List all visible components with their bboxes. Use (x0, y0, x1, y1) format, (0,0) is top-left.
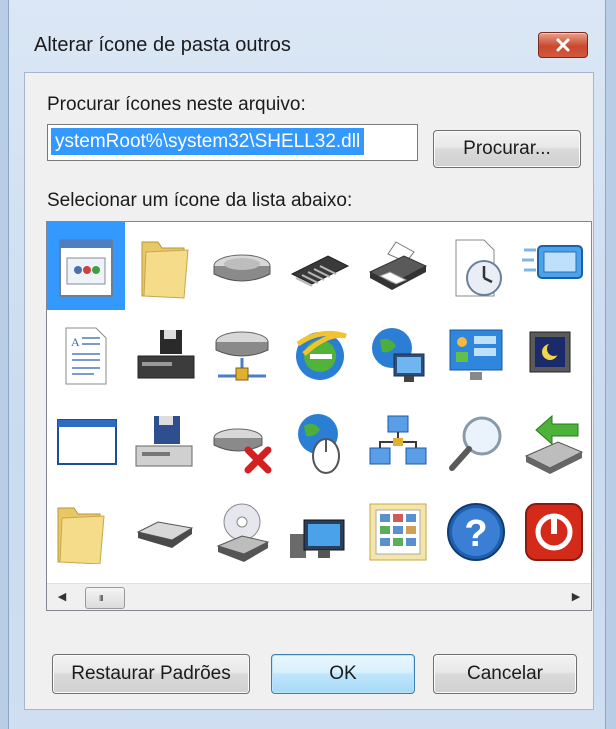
floppy-printer-icon (137, 330, 195, 379)
dialog-window: Alterar ícone de pasta outros Procurar í… (0, 0, 616, 729)
icon-cell[interactable] (125, 398, 203, 486)
calendar-grid-icon (369, 503, 427, 561)
browse-button[interactable]: Procurar... (433, 130, 581, 168)
computer-monitor-icon (290, 519, 345, 558)
magnifier-icon (449, 416, 502, 471)
disk-drive-icon (136, 521, 194, 548)
icon-cell[interactable] (281, 398, 359, 486)
horizontal-scrollbar[interactable]: ◀ III ▶ (47, 583, 591, 610)
cd-drive-icon (216, 503, 270, 562)
icon-cell[interactable] (359, 310, 437, 398)
svg-text:A: A (71, 335, 80, 349)
icon-cell[interactable] (281, 310, 359, 398)
icon-cell[interactable] (515, 222, 591, 310)
restore-defaults-button[interactable]: Restaurar Padrões (52, 654, 250, 694)
folder-icon (141, 241, 189, 299)
text-document-icon: A (65, 327, 107, 385)
icon-cell[interactable]: ? (437, 486, 515, 574)
network-globe-icon (372, 328, 425, 382)
icon-list-label: Selecionar um ícone da lista abaixo: (47, 190, 353, 211)
monitor-moon-icon (529, 331, 571, 373)
scroll-left-icon[interactable]: ◀ (49, 584, 75, 610)
icon-cell[interactable] (515, 486, 591, 574)
file-label: Procurar ícones neste arquivo: (47, 94, 306, 115)
icon-cell[interactable] (515, 310, 591, 398)
file-path-input[interactable]: ystemRoot%\system32\SHELL32.dll (47, 124, 418, 161)
ok-button[interactable]: OK (271, 654, 415, 694)
hard-drive-icon (213, 254, 271, 282)
icon-cell[interactable] (437, 398, 515, 486)
icon-list[interactable]: A ? ◀ III ▶ (46, 221, 592, 611)
icon-cell[interactable] (281, 486, 359, 574)
window-title: Alterar ícone de pasta outros (34, 34, 291, 56)
internet-explorer-icon (296, 330, 347, 380)
control-panel-icon (449, 329, 503, 380)
power-icon (525, 503, 583, 561)
green-arrow-drive-icon (524, 414, 584, 474)
icon-cell[interactable] (437, 222, 515, 310)
scroll-right-icon[interactable]: ▶ (563, 584, 589, 610)
icon-cell[interactable] (125, 310, 203, 398)
floppy-computer-icon (135, 416, 193, 467)
file-path-selected-text: ystemRoot%\system32\SHELL32.dll (51, 128, 365, 155)
scroll-thumb[interactable]: III (85, 587, 125, 609)
icon-cell[interactable] (125, 486, 203, 574)
network-drive-icon (215, 331, 269, 381)
svg-text:?: ? (464, 513, 487, 555)
display-icon (522, 245, 583, 279)
network-computers-icon (369, 415, 427, 465)
icon-cell[interactable] (203, 310, 281, 398)
printer-icon (368, 241, 428, 290)
icon-cell[interactable] (203, 222, 281, 310)
empty-window-icon (57, 419, 117, 465)
icon-cell[interactable] (515, 398, 591, 486)
icon-cell[interactable] (47, 222, 125, 310)
close-icon (556, 38, 570, 52)
globe-mouse-icon (298, 414, 340, 474)
icon-cell[interactable] (359, 398, 437, 486)
cancel-button[interactable]: Cancelar (433, 654, 577, 694)
icon-cell[interactable] (47, 398, 125, 486)
application-window-icon (59, 239, 113, 297)
folder-icon (57, 507, 105, 564)
memory-chip-icon (290, 255, 350, 287)
scroll-grip: III (99, 594, 104, 603)
window-right-edge (605, 0, 616, 729)
icon-cell[interactable] (281, 222, 359, 310)
window-left-edge (0, 0, 9, 729)
icon-cell[interactable]: A (47, 310, 125, 398)
help-icon: ? (447, 503, 505, 561)
icon-cell[interactable] (203, 398, 281, 486)
icon-cell[interactable] (47, 486, 125, 574)
icon-cell[interactable] (359, 222, 437, 310)
clock-document-icon (455, 239, 502, 297)
icon-cell[interactable] (203, 486, 281, 574)
disconnected-drive-icon (213, 428, 272, 474)
icon-cell[interactable] (125, 222, 203, 310)
close-button[interactable] (538, 32, 588, 58)
icon-cell[interactable] (359, 486, 437, 574)
icon-cell[interactable] (437, 310, 515, 398)
